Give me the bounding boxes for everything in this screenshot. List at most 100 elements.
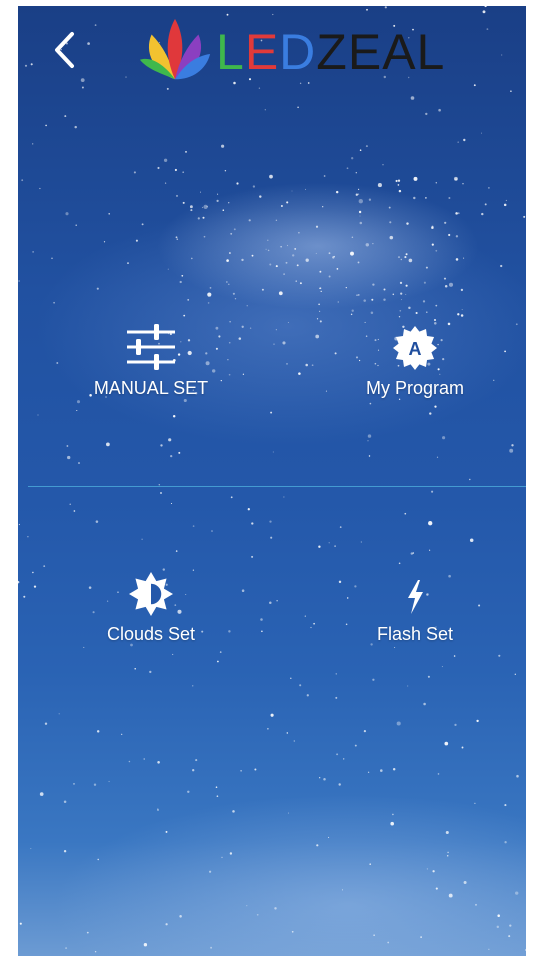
star xyxy=(339,526,342,528)
star xyxy=(400,258,403,261)
back-button[interactable] xyxy=(44,26,84,74)
star xyxy=(191,257,193,260)
star xyxy=(469,538,474,542)
star xyxy=(64,115,67,118)
star xyxy=(44,722,48,725)
star xyxy=(73,783,75,785)
star xyxy=(187,299,190,301)
star xyxy=(336,268,339,270)
manual-set-button[interactable]: MANUAL SET xyxy=(46,312,256,399)
star xyxy=(18,523,20,526)
star xyxy=(67,455,71,460)
star xyxy=(274,907,277,910)
star xyxy=(287,812,290,814)
star xyxy=(157,166,160,170)
star xyxy=(335,190,339,194)
clouds-set-button[interactable]: Clouds Set xyxy=(46,558,256,645)
star xyxy=(453,655,456,657)
star xyxy=(51,257,53,260)
star xyxy=(442,436,446,440)
star xyxy=(286,363,288,365)
star xyxy=(74,125,77,129)
logo-letter: E xyxy=(347,24,383,80)
star xyxy=(390,821,394,826)
star xyxy=(94,951,97,953)
star xyxy=(127,262,129,264)
star xyxy=(209,870,212,873)
star xyxy=(387,941,390,944)
star xyxy=(397,184,400,186)
star xyxy=(276,600,278,602)
star xyxy=(443,277,447,280)
star xyxy=(143,758,145,760)
star xyxy=(267,249,270,252)
star xyxy=(523,215,526,218)
star xyxy=(431,243,434,246)
star xyxy=(94,24,97,26)
star xyxy=(426,868,429,870)
star xyxy=(175,236,178,239)
star xyxy=(356,294,358,297)
star xyxy=(498,654,501,657)
star xyxy=(486,28,489,30)
star xyxy=(358,199,363,204)
star xyxy=(275,329,277,331)
star xyxy=(511,444,514,447)
star xyxy=(463,257,465,259)
star xyxy=(504,841,507,844)
star xyxy=(406,222,409,225)
logo-wordmark: LEDZEAL xyxy=(216,27,445,77)
svg-text:A: A xyxy=(409,339,422,359)
star xyxy=(285,261,288,264)
star xyxy=(389,235,394,240)
star xyxy=(45,124,47,127)
star xyxy=(367,440,369,442)
star xyxy=(19,922,22,925)
star xyxy=(396,721,401,726)
clouds-set-label: Clouds Set xyxy=(106,624,196,644)
star xyxy=(425,266,428,269)
star xyxy=(404,256,407,259)
star xyxy=(163,158,168,162)
star xyxy=(83,646,85,648)
star xyxy=(410,552,414,555)
star xyxy=(175,194,179,197)
star xyxy=(183,398,187,403)
star xyxy=(269,601,272,605)
star xyxy=(203,235,206,238)
star xyxy=(319,777,321,779)
my-program-button[interactable]: A My Program xyxy=(310,312,520,399)
star xyxy=(32,571,34,574)
star xyxy=(525,949,526,951)
star xyxy=(182,171,185,174)
star xyxy=(338,783,341,786)
star xyxy=(141,223,144,226)
star xyxy=(304,615,306,617)
star xyxy=(373,934,375,936)
star xyxy=(81,86,84,89)
star xyxy=(399,281,403,285)
star xyxy=(328,836,330,838)
star xyxy=(291,930,294,933)
star xyxy=(75,224,77,226)
my-program-label: My Program xyxy=(365,378,464,398)
star xyxy=(215,786,218,788)
star xyxy=(429,412,432,415)
sliders-icon xyxy=(127,324,175,370)
star xyxy=(296,264,299,267)
star xyxy=(32,143,34,145)
flash-set-button[interactable]: Flash Set xyxy=(310,558,520,645)
star xyxy=(423,281,426,284)
star xyxy=(78,462,80,464)
star xyxy=(482,10,486,14)
star xyxy=(233,228,236,231)
star xyxy=(316,844,319,847)
star xyxy=(508,935,511,938)
star xyxy=(280,205,283,207)
star xyxy=(368,455,371,457)
star xyxy=(392,768,396,771)
star xyxy=(315,252,317,254)
starfield-background xyxy=(18,6,526,953)
star xyxy=(267,727,269,730)
star xyxy=(187,790,190,794)
